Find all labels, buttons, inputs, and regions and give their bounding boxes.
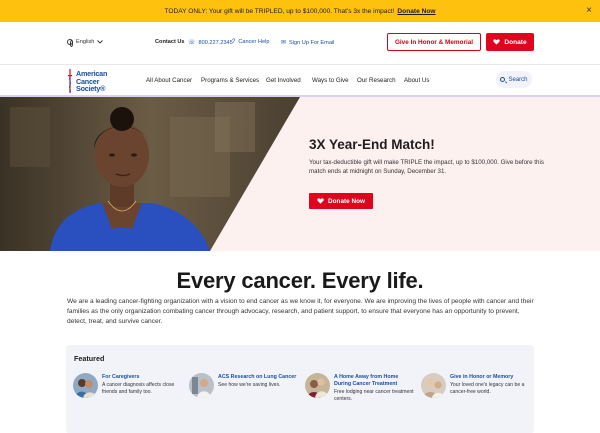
card-title: A Home Away from Home During Cancer Trea…: [334, 374, 399, 388]
tagline-heading: Every cancer. Every life.: [176, 268, 424, 293]
contact-us-link[interactable]: Contact Us: [155, 39, 185, 45]
nav-our-research[interactable]: Our Research: [357, 77, 396, 84]
language-selector[interactable]: English: [67, 39, 104, 48]
hope-lodge-avatar: [305, 373, 330, 398]
nav-about-us[interactable]: About Us: [404, 77, 429, 84]
email-signup-link[interactable]: ✉ Sign Up For Email: [281, 39, 335, 47]
globe-icon: [67, 39, 74, 48]
featured-heading: Featured: [74, 354, 105, 363]
help-icon: ?: [232, 39, 236, 45]
close-icon[interactable]: ×: [586, 5, 592, 17]
phone-link[interactable]: ☏ 800.227.2345: [188, 39, 233, 47]
sword-logo-icon: [68, 69, 72, 93]
phone-icon: ☏: [188, 40, 196, 46]
featured-card-hope-lodge[interactable]: A Home Away from Home During Cancer Trea…: [305, 373, 415, 413]
nav-all-about-cancer[interactable]: All About Cancer: [146, 77, 192, 84]
logo-line: Society®: [76, 84, 106, 94]
nav-get-involved[interactable]: Get Involved: [266, 77, 301, 84]
search-icon: [500, 77, 506, 82]
donate-button[interactable]: Donate: [486, 33, 534, 51]
hero-section: 3X Year-End Match! Your tax-deductible g…: [0, 97, 600, 251]
card-title: For Caregivers: [102, 374, 140, 380]
main-navigation: American Cancer Society® All About Cance…: [0, 64, 600, 97]
donate-now-label: Donate Now: [328, 197, 365, 205]
search-button[interactable]: Search: [496, 71, 532, 88]
heart-icon: [493, 39, 501, 45]
give-in-honor-button[interactable]: Give In Honor & Memorial: [387, 33, 481, 51]
featured-card-lung-research[interactable]: ACS Research on Lung Cancer See how we'r…: [189, 373, 299, 413]
mail-icon: ✉: [281, 40, 287, 46]
promo-banner: TODAY ONLY: Your gift will be TRIPLED, u…: [0, 0, 600, 22]
search-label: Search: [508, 76, 528, 83]
featured-card-caregivers[interactable]: For Caregivers A cancer diagnosis affect…: [73, 373, 183, 413]
phone-number: 800.227.2345: [198, 39, 233, 46]
donate-now-button[interactable]: Donate Now: [309, 193, 373, 209]
card-description: See how we're saving lives.: [218, 382, 281, 388]
card-title: ACS Research on Lung Cancer: [218, 374, 297, 380]
cancer-help-link[interactable]: ? Cancer Help: [232, 39, 269, 45]
email-signup-label: Sign Up For Email: [289, 39, 335, 46]
hero-title: 3X Year-End Match!: [309, 137, 435, 152]
banner-donate-link[interactable]: Donate Now: [397, 8, 435, 15]
hero-body: Your tax-deductible gift will make TRIPL…: [309, 159, 544, 176]
logo-text: American Cancer Society®: [76, 70, 107, 93]
banner-text: TODAY ONLY: Your gift will be TRIPLED, u…: [164, 7, 395, 15]
utility-bar: English Contact Us ☏ 800.227.2345 ? Canc…: [0, 22, 600, 64]
acs-logo[interactable]: American Cancer Society®: [66, 69, 116, 95]
cancer-help-label: Cancer Help: [238, 39, 270, 45]
donate-label: Donate: [504, 38, 527, 46]
nav-programs-services[interactable]: Programs & Services: [201, 77, 259, 84]
language-label: English: [76, 39, 95, 45]
heart-icon: [317, 198, 324, 204]
featured-section: Featured For Caregivers A cancer diagnos…: [66, 345, 534, 433]
chevron-down-icon: [97, 40, 104, 44]
research-avatar: [189, 373, 214, 398]
card-description: Your loved one's legacy can be a cancer-…: [450, 382, 525, 396]
featured-card-honor-memory[interactable]: Give in Honor or Memory Your loved one's…: [421, 373, 531, 413]
card-description: A cancer diagnosis affects close friends…: [102, 382, 175, 396]
caregivers-avatar: [73, 373, 98, 398]
mission-paragraph: We are a leading cancer-fighting organiz…: [67, 298, 534, 326]
honor-memory-avatar: [421, 373, 446, 398]
card-description: Free lodging near cancer treatment cente…: [334, 389, 414, 403]
nav-ways-to-give[interactable]: Ways to Give: [312, 77, 349, 84]
hero-photo: [0, 97, 300, 251]
card-title: Give in Honor or Memory: [450, 374, 514, 380]
